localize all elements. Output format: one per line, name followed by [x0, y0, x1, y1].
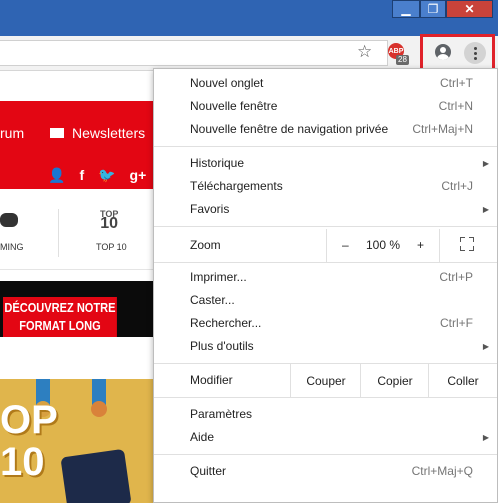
minimize-icon: ▁: [401, 2, 411, 16]
browser-menu-dropdown: Nouvel onglet Ctrl+T Nouvelle fenêtre Ctrl…: [153, 68, 498, 503]
zoom-level: 100 %: [366, 238, 401, 252]
edit-row: Modifier Couper Copier Coller: [154, 364, 497, 397]
zoom-row: Zoom – 100 % +: [154, 229, 497, 262]
menu-item-quit[interactable]: Quitter Ctrl+Maj+Q: [190, 461, 473, 481]
zoom-out-button[interactable]: –: [342, 238, 349, 252]
submenu-arrow-icon: ▶: [482, 158, 489, 168]
menu-item-bookmarks[interactable]: Favoris ▶: [190, 199, 489, 219]
zoom-label: Zoom: [190, 238, 221, 252]
edit-label: Modifier: [190, 373, 233, 387]
banner-text: DÉCOUVREZ NOTRE FORMAT LONG: [3, 297, 117, 337]
menu-separator: [154, 226, 497, 227]
top10-promo-image[interactable]: OP 10: [0, 379, 155, 503]
menu-separator: [154, 454, 497, 455]
copy-button[interactable]: Copier: [360, 364, 429, 397]
close-window-button[interactable]: ✕: [446, 0, 493, 18]
menu-item-history[interactable]: Historique ▶: [190, 153, 489, 173]
cut-button[interactable]: Couper: [290, 364, 361, 397]
promo-title: OP 10: [0, 398, 58, 484]
submenu-arrow-icon: ▶: [482, 432, 489, 442]
envelope-icon: [50, 128, 64, 138]
google-plus-icon[interactable]: g+: [130, 167, 147, 184]
menu-separator: [154, 262, 497, 263]
gamepad-icon[interactable]: [0, 213, 18, 227]
menu-item-find[interactable]: Rechercher... Ctrl+F: [190, 313, 473, 333]
newsletters-label: Newsletters: [72, 125, 146, 141]
menu-item-new-window[interactable]: Nouvelle fenêtre Ctrl+N: [190, 96, 473, 116]
close-icon: ✕: [464, 2, 475, 16]
promo-banner[interactable]: DÉCOUVREZ NOTRE FORMAT LONG: [0, 281, 155, 337]
zoom-in-button[interactable]: +: [417, 238, 424, 252]
nav-top10-label[interactable]: TOP 10: [96, 242, 127, 252]
category-nav: MING TOP 10 TOP 10: [0, 199, 155, 270]
menu-item-help[interactable]: Aide ▶: [190, 427, 489, 447]
menu-item-downloads[interactable]: Téléchargements Ctrl+J: [190, 176, 473, 196]
menu-separator: [154, 146, 497, 147]
menu-item-new-incognito-window[interactable]: Nouvelle fenêtre de navigation privée Ctr…: [190, 119, 473, 139]
nav-link-forum[interactable]: rum: [0, 125, 24, 141]
paste-button[interactable]: Coller: [428, 364, 497, 397]
submenu-arrow-icon: ▶: [482, 341, 489, 351]
menu-item-print[interactable]: Imprimer... Ctrl+P: [190, 267, 473, 287]
nav-divider: [58, 209, 59, 257]
menu-item-new-tab[interactable]: Nouvel onglet Ctrl+T: [190, 73, 473, 93]
site-header-bar: rum Newsletters 👤 f 🐦 g+: [0, 101, 155, 189]
bookmark-star-icon[interactable]: ☆: [357, 42, 372, 62]
medal-icon: [91, 401, 107, 417]
web-page-content: rum Newsletters 👤 f 🐦 g+ MING TOP 10 TOP …: [0, 71, 155, 503]
address-bar[interactable]: [0, 40, 388, 66]
restore-icon: ❐: [427, 2, 439, 16]
social-links: 👤 f 🐦 g+: [48, 167, 146, 184]
facebook-icon[interactable]: f: [79, 167, 84, 184]
submenu-arrow-icon: ▶: [482, 204, 489, 214]
restore-button[interactable]: ❐: [420, 0, 446, 18]
top10-icon[interactable]: TOP 10: [100, 209, 118, 232]
zoom-divider: [439, 229, 440, 262]
menu-item-more-tools[interactable]: Plus d'outils ▶: [190, 336, 489, 356]
fullscreen-icon[interactable]: [460, 237, 474, 251]
zoom-divider: [326, 229, 327, 262]
adblock-count-badge: 28: [396, 55, 409, 65]
menu-item-cast[interactable]: Caster...: [190, 290, 473, 310]
user-icon[interactable]: 👤: [48, 167, 65, 184]
smartphone-image: [60, 448, 132, 503]
menu-item-settings[interactable]: Paramètres: [190, 404, 473, 424]
twitter-icon[interactable]: 🐦: [98, 167, 115, 184]
minimize-button[interactable]: ▁: [392, 0, 420, 18]
menu-separator: [154, 397, 497, 398]
nav-gaming-label[interactable]: MING: [0, 242, 24, 252]
nav-link-newsletters[interactable]: Newsletters: [50, 125, 145, 141]
